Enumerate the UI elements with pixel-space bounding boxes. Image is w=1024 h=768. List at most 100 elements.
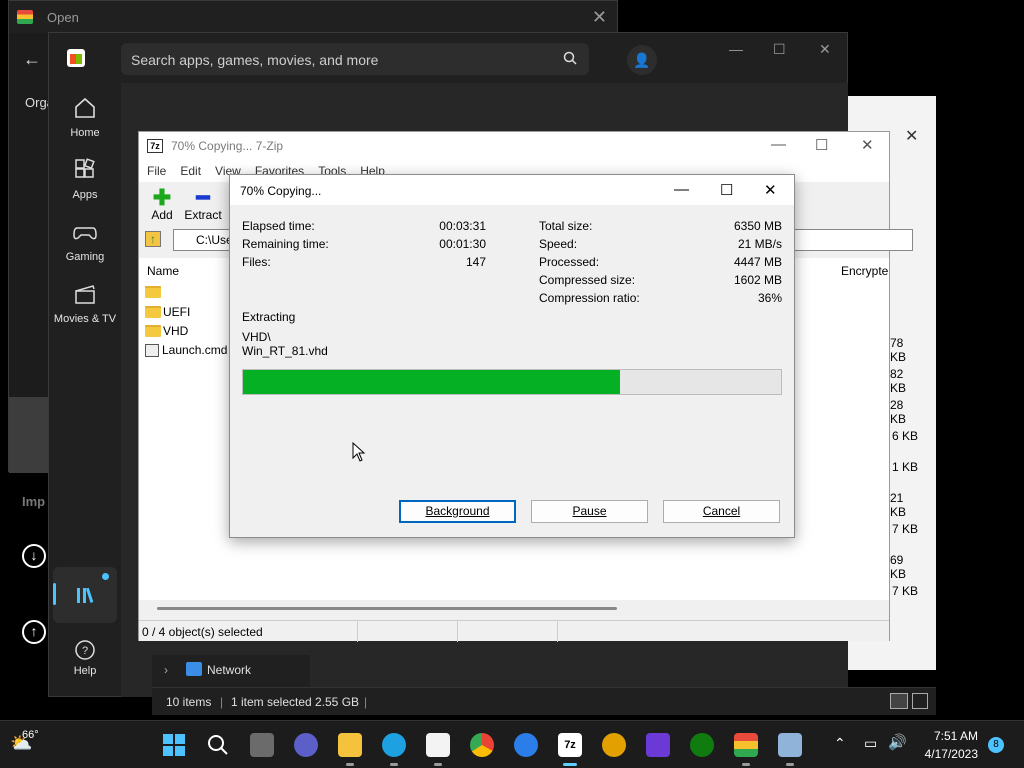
- file-name: UEFI: [163, 305, 191, 319]
- nav-home[interactable]: Home: [49, 95, 121, 139]
- account-icon[interactable]: 👤: [627, 45, 657, 75]
- size-column: 78 KB 82 KB 28 KB 6 KB 1 KB 21 KB 7 KB 6…: [890, 336, 922, 606]
- teams-chat-icon[interactable]: [294, 733, 318, 757]
- nav-home-label: Home: [70, 127, 100, 139]
- explorer-status-bar: 10 items | 1 item selected 2.55 GB |: [152, 687, 936, 715]
- folder-icon: [145, 286, 161, 298]
- nav-library[interactable]: [53, 567, 117, 623]
- nav-gaming[interactable]: Gaming: [49, 219, 121, 263]
- extract-label: Extract: [184, 208, 222, 222]
- minus-icon: ━: [196, 185, 210, 210]
- maximize-icon[interactable]: ☐: [815, 136, 828, 154]
- column-encrypted[interactable]: Encrypte: [841, 264, 888, 278]
- explorer-nav-pane: › Network: [152, 655, 310, 687]
- remaining-label: Remaining time:: [242, 237, 329, 251]
- elapsed-value: 00:03:31: [439, 219, 486, 233]
- file-size: 21 KB: [890, 491, 907, 519]
- 7zip-taskbar-icon[interactable]: 7z: [558, 733, 582, 766]
- list-item[interactable]: VHD: [145, 324, 188, 338]
- cancel-button[interactable]: Cancel: [663, 500, 780, 523]
- app-icon[interactable]: [646, 733, 670, 757]
- divider: |: [220, 695, 224, 709]
- nav-network-label[interactable]: Network: [207, 663, 251, 677]
- nav-help[interactable]: ? Help: [49, 639, 121, 677]
- download-icon[interactable]: ↓: [22, 544, 46, 568]
- search-icon[interactable]: [563, 51, 577, 65]
- script-file-icon: [145, 343, 159, 357]
- processed-value: 4447 MB: [733, 255, 782, 269]
- menu-edit[interactable]: Edit: [180, 164, 201, 178]
- compressed-size-label: Compressed size:: [539, 273, 636, 287]
- speed-value: 21 MB/s: [737, 237, 782, 251]
- speed-label: Speed:: [539, 237, 578, 251]
- file-size: 6 KB: [891, 429, 918, 443]
- store-search-input[interactable]: Search apps, games, movies, and more: [121, 43, 589, 75]
- mouse-cursor-icon: [352, 442, 366, 462]
- clock[interactable]: 7:51 AM 4/17/2023: [906, 729, 978, 761]
- plus-icon: ✚: [152, 185, 172, 210]
- background-button[interactable]: Background: [399, 500, 516, 523]
- files-value: 147: [465, 255, 486, 269]
- chevron-right-icon[interactable]: ›: [164, 663, 168, 677]
- menu-file[interactable]: File: [147, 164, 166, 178]
- folder-icon: [145, 325, 161, 337]
- close-icon[interactable]: ✕: [764, 181, 777, 199]
- notification-badge[interactable]: 8: [988, 737, 1004, 753]
- microsoft-store-icon[interactable]: [426, 733, 450, 766]
- extract-button[interactable]: ━ Extract: [183, 185, 223, 223]
- gamepad-icon: [73, 227, 97, 240]
- close-icon[interactable]: ✕: [592, 7, 607, 28]
- weather-temperature[interactable]: 66°: [22, 729, 39, 741]
- processed-label: Processed:: [539, 255, 600, 269]
- home-icon: [75, 97, 95, 118]
- browser-icon[interactable]: [514, 733, 538, 757]
- task-view-icon[interactable]: [250, 733, 274, 757]
- close-icon[interactable]: ✕: [861, 136, 874, 154]
- search-icon[interactable]: [206, 733, 230, 757]
- list-item[interactable]: Launch.cmd: [145, 343, 227, 357]
- add-button[interactable]: ✚ Add: [147, 185, 177, 223]
- half-life-icon[interactable]: [602, 733, 626, 757]
- item-count: 10 items: [166, 695, 212, 709]
- pause-button[interactable]: Pause: [531, 500, 648, 523]
- minimize-icon[interactable]: —: [729, 41, 743, 57]
- close-icon[interactable]: ✕: [819, 41, 831, 58]
- edge-icon[interactable]: [382, 733, 406, 766]
- maximize-icon[interactable]: ☐: [773, 41, 786, 58]
- tiles-view-icon[interactable]: [912, 693, 928, 709]
- compression-ratio-value: 36%: [757, 291, 782, 305]
- file-explorer-icon[interactable]: [338, 733, 362, 766]
- volume-icon[interactable]: 🔊: [888, 733, 907, 751]
- start-icon[interactable]: [162, 733, 186, 757]
- back-arrow-icon[interactable]: ←: [23, 49, 41, 70]
- column-name[interactable]: Name: [147, 264, 179, 278]
- bluestacks-icon: [17, 10, 33, 24]
- performance-monitor-icon[interactable]: [778, 733, 802, 766]
- update-badge: [102, 573, 109, 580]
- chrome-icon[interactable]: [470, 733, 494, 757]
- list-item[interactable]: UEFI: [145, 305, 190, 319]
- xbox-icon[interactable]: [690, 733, 714, 757]
- upload-icon[interactable]: ↑: [22, 620, 46, 644]
- minimize-icon[interactable]: —: [674, 181, 689, 198]
- up-folder-icon[interactable]: ↑: [145, 231, 161, 247]
- maximize-icon[interactable]: ☐: [720, 181, 733, 199]
- list-item[interactable]: [145, 286, 163, 298]
- bluestacks-taskbar-icon[interactable]: [734, 733, 758, 766]
- explorer-close-icon[interactable]: ✕: [905, 126, 918, 146]
- progress-title: 70% Copying...: [230, 175, 794, 205]
- store-section-heading: Imp: [22, 494, 46, 509]
- horizontal-scrollbar[interactable]: [157, 607, 617, 610]
- chevron-up-icon[interactable]: ⌃: [834, 735, 846, 752]
- minimize-icon[interactable]: —: [771, 136, 786, 153]
- total-size-value: 6350 MB: [733, 219, 782, 233]
- nav-apps-label: Apps: [72, 189, 98, 201]
- details-view-icon[interactable]: [890, 693, 908, 709]
- current-path: VHD\: [242, 330, 271, 344]
- elapsed-label: Elapsed time:: [242, 219, 315, 233]
- network-status-icon[interactable]: ▭: [864, 735, 877, 752]
- divider: [357, 621, 358, 642]
- nav-apps[interactable]: Apps: [49, 157, 121, 201]
- help-icon: ?: [75, 640, 95, 660]
- nav-movies-tv[interactable]: Movies & TV: [49, 281, 121, 325]
